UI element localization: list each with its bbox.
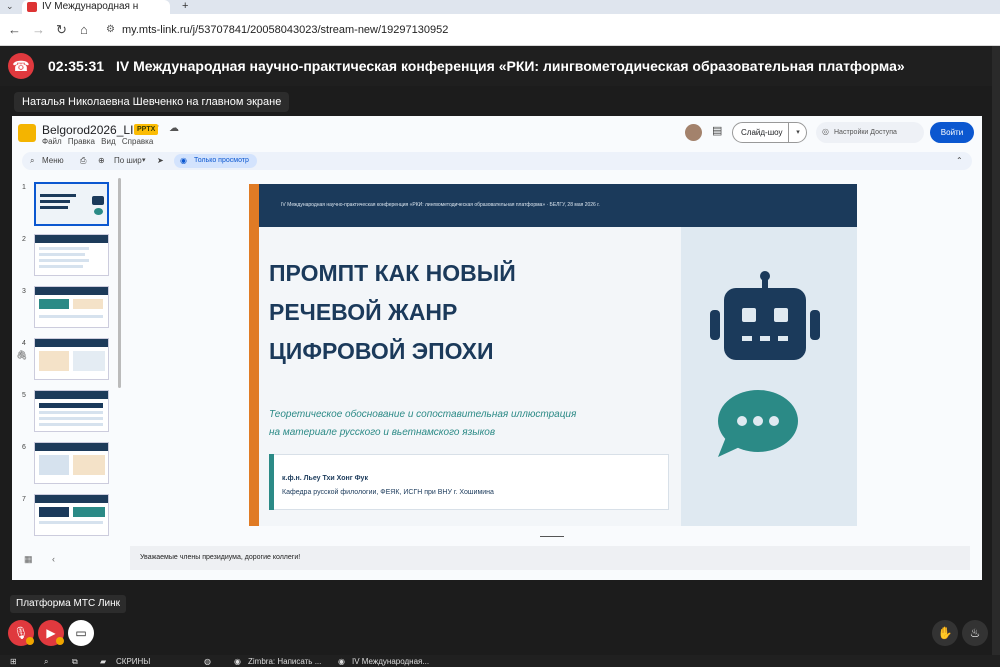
search-icon[interactable]: ⌕ (30, 152, 34, 170)
slide-thumbnail[interactable] (34, 182, 109, 226)
chrome-icon[interactable]: ◉ (234, 656, 241, 667)
menu-help[interactable]: Справка (122, 137, 153, 146)
speaker-notes-text: Уважаемые члены президиума, дорогие колл… (140, 554, 301, 561)
reaction-button[interactable]: ♨ (962, 620, 988, 646)
screen-share-button[interactable]: ▭ (68, 620, 94, 646)
slide-thumbnail[interactable] (34, 442, 109, 484)
cursor-icon[interactable]: ➤ (157, 152, 164, 170)
warning-icon (56, 637, 64, 645)
author-name: к.ф.н. Льеу Тхи Хонг Фук (282, 475, 368, 482)
tab-dropdown-icon[interactable]: ⌄ (6, 0, 14, 12)
paperclip-icon[interactable]: 🖇 (16, 350, 27, 361)
zoom-select[interactable]: По шир (114, 152, 142, 170)
slide-subtitle-line: Теоретическое обоснование и сопоставител… (269, 409, 577, 420)
speaker-label: Наталья Николаевна Шевченко на главном э… (14, 92, 290, 112)
slide-thumbnail[interactable] (34, 338, 109, 380)
taskbar-item[interactable]: IV Международная... (352, 656, 429, 667)
back-icon[interactable]: ← (8, 22, 21, 38)
new-tab-button[interactable]: + (182, 0, 188, 12)
thumb-number: 2 (22, 236, 26, 243)
reload-icon[interactable]: ↻ (56, 22, 67, 38)
chevron-left-icon[interactable]: ‹ (52, 554, 55, 564)
signin-button[interactable]: Войти (930, 122, 974, 143)
thumb-number: 6 (22, 444, 26, 451)
zoom-icon[interactable]: ⊕ (98, 152, 105, 170)
menu-edit[interactable]: Правка (68, 137, 95, 146)
menu-view[interactable]: Вид (101, 137, 115, 146)
file-type-badge: PPTX (134, 124, 159, 135)
author-affiliation: Кафедра русской филологии, ФЕЯК, ИСГН пр… (282, 489, 494, 496)
author-accent-bar (269, 454, 274, 510)
print-icon[interactable]: ⎙ (80, 152, 86, 170)
forward-icon[interactable]: → (32, 22, 45, 38)
slide-thumbnails: 1 2 3 4 5 6 7 (12, 176, 124, 536)
slides-logo-icon (18, 124, 36, 142)
slide-position-indicator (540, 536, 564, 537)
thumb-number: 7 (22, 496, 26, 503)
thumbnail-scrollbar[interactable] (118, 178, 121, 388)
thumb-number: 5 (22, 392, 26, 399)
grid-view-icon[interactable]: ▦ (24, 554, 33, 564)
thumb-number: 4 (22, 340, 26, 347)
slide-thumbnail[interactable] (34, 494, 109, 536)
tab-title: IV Международная н (42, 1, 139, 12)
raise-hand-button[interactable]: ✋ (932, 620, 958, 646)
warning-icon (26, 637, 34, 645)
menu-search-label[interactable]: Меню (42, 152, 64, 170)
meeting-timer: 02:35:31 (48, 58, 105, 74)
folder-icon[interactable]: ▰ (100, 656, 106, 667)
toolbar (22, 152, 972, 170)
slide-header-band: IV Международная научно-практическая кон… (259, 184, 857, 227)
end-call-button[interactable]: ☎ (8, 53, 34, 79)
avatar[interactable] (685, 124, 702, 141)
slide-accent-bar (249, 184, 259, 526)
collapse-toolbar-icon[interactable]: ⌃ (956, 152, 963, 170)
search-icon[interactable]: ⌕ (44, 656, 48, 667)
main-slide: IV Международная научно-практическая кон… (249, 184, 857, 526)
windows-start-icon[interactable]: ⊞ (10, 656, 17, 667)
slide-thumbnail[interactable] (34, 234, 109, 276)
favicon-icon (27, 2, 37, 12)
slide-title-line: РЕЧЕВОЙ ЖАНР (269, 299, 458, 325)
eye-icon: ◉ (180, 156, 187, 165)
thumb-number: 1 (22, 184, 26, 191)
firefox-icon[interactable]: ◍ (204, 656, 211, 667)
slide-title-line: ПРОМПТ КАК НОВЫЙ (269, 260, 516, 286)
slide-subtitle-line: на материале русского и вьетнамского язы… (269, 427, 496, 438)
platform-label: Платформа МТС Линк (10, 595, 126, 613)
home-icon[interactable]: ⌂ (80, 22, 88, 38)
url-text[interactable]: my.mts-link.ru/j/53707841/20058043023/st… (122, 22, 448, 38)
cloud-status-icon: ☁ (169, 123, 179, 134)
shared-screen: Belgorod2026_LIGHT PPTX ☁ Файл Правка Ви… (12, 116, 982, 580)
robot-icon (710, 271, 820, 360)
browser-tab-active[interactable]: IV Международная н (22, 0, 170, 14)
access-settings-button[interactable]: Настройки Доступа (816, 122, 924, 143)
globe-icon: ◎ (822, 127, 829, 136)
slide-title: ПРОМПТ КАК НОВЫЙ РЕЧЕВОЙ ЖАНР ЦИФРОВОЙ Э… (269, 254, 689, 371)
slide-thumbnail[interactable] (34, 390, 109, 432)
zoom-chevron-icon[interactable]: ▾ (142, 152, 146, 170)
side-panel-edge (992, 46, 1000, 655)
chevron-down-icon[interactable]: ▾ (788, 122, 807, 143)
slide-header-text: IV Международная научно-практическая кон… (281, 202, 600, 208)
taskbar-item[interactable]: Zimbra: Написать ... (248, 656, 321, 667)
slide-title-line: ЦИФРОВОЙ ЭПОХИ (269, 338, 494, 364)
slide-subtitle: Теоретическое обоснование и сопоставител… (269, 406, 689, 442)
menu-file[interactable]: Файл (42, 137, 62, 146)
slide-thumbnail[interactable] (34, 286, 109, 328)
comment-icon[interactable]: ▤ (712, 125, 722, 138)
meeting-title: IV Международная научно-практическая кон… (116, 58, 905, 74)
thumb-number: 3 (22, 288, 26, 295)
site-info-icon[interactable]: ⚙ (106, 24, 115, 36)
taskbar-item[interactable]: СКРИНЫ (116, 656, 150, 667)
menu-bar: Файл Правка Вид Справка (42, 137, 153, 147)
chat-bubble-icon (718, 390, 798, 457)
chrome-icon[interactable]: ◉ (338, 656, 345, 667)
task-view-icon[interactable]: ⧉ (72, 656, 78, 667)
